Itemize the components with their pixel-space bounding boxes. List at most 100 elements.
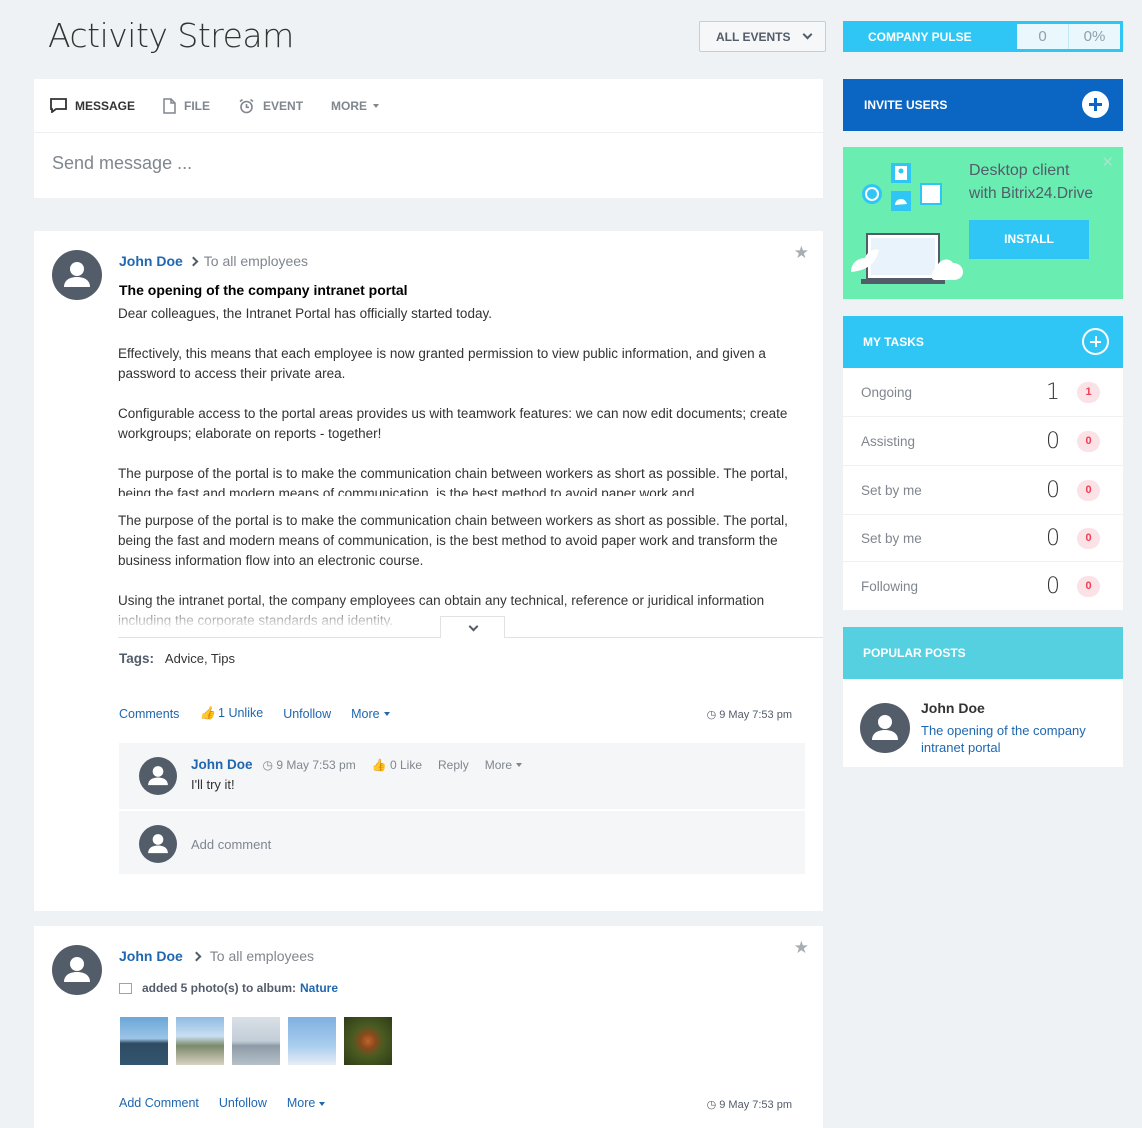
user-silhouette-icon — [148, 766, 168, 786]
photo-thumbnail[interactable] — [344, 1017, 392, 1065]
activity-text: added 5 photo(s) to album: — [142, 981, 296, 995]
my-tasks-header[interactable]: MY TASKS — [843, 316, 1123, 368]
tab-event[interactable]: EVENT — [238, 98, 303, 114]
desktop-client-title: Desktop client — [969, 162, 1070, 179]
add-task-icon[interactable] — [1082, 328, 1109, 355]
task-badge: 1 — [1077, 381, 1100, 403]
photo-thumbnail[interactable] — [288, 1017, 336, 1065]
popular-post-author: John Doe — [921, 700, 985, 716]
post-author-line: John Doe To all employees — [119, 948, 314, 964]
unfollow-link[interactable]: Unfollow — [283, 707, 331, 721]
feed-post: ★ John Doe To all employees The opening … — [34, 231, 823, 911]
avatar[interactable] — [52, 945, 102, 995]
comment-like-button[interactable]: 👍 0 Like — [372, 758, 422, 772]
comment-text: I'll try it! — [191, 777, 235, 792]
unfollow-link[interactable]: Unfollow — [219, 1096, 267, 1110]
task-badge: 0 — [1077, 479, 1100, 501]
caret-down-icon — [516, 763, 523, 768]
task-row-assisting[interactable]: Assisting 0 0 — [843, 417, 1123, 466]
user-silhouette-icon — [64, 262, 90, 287]
tab-more[interactable]: MORE — [331, 99, 380, 113]
post-tags: Tags: Advice, Tips — [119, 651, 235, 666]
post-actions: Comments 👍 1 Unlike Unfollow More — [119, 706, 410, 721]
more-menu[interactable]: More — [287, 1096, 326, 1110]
avatar[interactable] — [860, 703, 910, 753]
avatar[interactable] — [52, 250, 102, 300]
comments-link[interactable]: Comments — [119, 707, 179, 721]
page-title: Activity Stream — [48, 16, 294, 55]
tags-list[interactable]: Advice, Tips — [165, 651, 235, 666]
pulse-percent: 0% — [1083, 28, 1106, 45]
add-comment-link[interactable]: Add Comment — [119, 1096, 199, 1110]
user-silhouette-icon — [148, 834, 168, 854]
composer-tabs: MESSAGE FILE EVENT MORE — [34, 79, 823, 133]
add-comment-input[interactable]: Add comment — [191, 837, 271, 852]
caret-down-icon — [373, 103, 380, 108]
caret-down-icon — [383, 712, 390, 717]
message-icon — [50, 98, 67, 113]
post-author-line: John Doe To all employees — [119, 253, 308, 269]
desktop-client-banner: Desktop client with Bitrix24.Drive INSTA… — [843, 147, 1123, 299]
post-composer: MESSAGE FILE EVENT MORE — [34, 79, 823, 198]
avatar — [139, 825, 177, 863]
task-row-set-by-me[interactable]: Set by me 0 0 — [843, 466, 1123, 515]
caret-down-icon — [319, 1101, 326, 1106]
comment-author[interactable]: John Doe — [191, 757, 253, 772]
close-icon[interactable]: ✕ — [1101, 153, 1114, 171]
tags-label: Tags: — [119, 651, 155, 666]
popular-posts-widget: POPULAR POSTS John Doe The opening of th… — [843, 627, 1123, 767]
album-link[interactable]: Nature — [300, 981, 338, 995]
install-button[interactable]: INSTALL — [969, 220, 1089, 259]
user-silhouette-icon — [64, 957, 90, 982]
post-destination[interactable]: To all employees — [204, 253, 308, 269]
comments-block: John Doe ◷ 9 May 7:53 pm 👍 0 Like Reply … — [119, 743, 805, 874]
file-icon — [163, 97, 176, 114]
tab-message[interactable]: MESSAGE — [50, 98, 135, 113]
comment-reply-link[interactable]: Reply — [438, 758, 469, 772]
invite-users-button[interactable]: INVITE USERS — [843, 79, 1123, 131]
star-icon[interactable]: ★ — [794, 243, 809, 263]
invite-users-label: INVITE USERS — [864, 98, 948, 112]
photo-thumbnail[interactable] — [232, 1017, 280, 1065]
tab-file[interactable]: FILE — [163, 97, 210, 114]
task-row-ongoing[interactable]: Ongoing 1 1 — [843, 368, 1123, 417]
image-icon — [119, 982, 132, 994]
company-pulse-values: 0 0% — [1017, 24, 1120, 49]
alarm-clock-icon — [239, 98, 254, 113]
photo-thumbnail[interactable] — [176, 1017, 224, 1065]
task-badge: 0 — [1077, 527, 1100, 549]
task-row-following[interactable]: Following 0 0 — [843, 562, 1123, 611]
chevron-down-icon — [802, 29, 813, 40]
post-title: The opening of the company intranet port… — [119, 282, 408, 298]
unlike-button[interactable]: 👍 1 Unlike — [199, 706, 263, 721]
post-author[interactable]: John Doe — [119, 253, 183, 269]
pulse-value: 0 — [1017, 24, 1069, 49]
task-row-set-by-me[interactable]: Set by me 0 0 — [843, 515, 1123, 562]
company-pulse[interactable]: COMPANY PULSE 0 0% — [843, 21, 1123, 52]
star-icon[interactable]: ★ — [794, 938, 809, 958]
popular-post-link[interactable]: The opening of the company intranet port… — [921, 722, 1101, 756]
post-destination[interactable]: To all employees — [210, 948, 314, 964]
thumbs-up-icon: 👍 — [199, 706, 216, 720]
post-actions: Add Comment Unfollow More — [119, 1096, 345, 1110]
chevron-down-icon — [468, 621, 479, 632]
clock-icon: ◷ — [706, 1099, 720, 1111]
my-tasks-title: MY TASKS — [863, 335, 924, 349]
avatar[interactable] — [139, 757, 177, 795]
expand-post-button[interactable] — [440, 616, 505, 638]
send-message-input[interactable] — [52, 153, 792, 174]
popular-posts-header: POPULAR POSTS — [843, 627, 1123, 679]
post-author[interactable]: John Doe — [119, 948, 183, 964]
photo-thumbnail[interactable] — [120, 1017, 168, 1065]
comment-more-menu[interactable]: More — [485, 758, 523, 772]
post-timestamp: ◷ 9 May 7:53 pm — [706, 709, 792, 721]
clock-icon: ◷ — [706, 709, 720, 721]
filter-label: ALL EVENTS — [716, 29, 791, 44]
user-silhouette-icon — [872, 715, 898, 740]
plus-icon — [1082, 91, 1109, 118]
all-events-filter-button[interactable]: ALL EVENTS — [699, 21, 826, 52]
comment: John Doe ◷ 9 May 7:53 pm 👍 0 Like Reply … — [119, 743, 805, 811]
comment-meta: John Doe ◷ 9 May 7:53 pm 👍 0 Like Reply … — [191, 757, 538, 772]
more-menu[interactable]: More — [351, 707, 390, 721]
company-pulse-label: COMPANY PULSE — [868, 29, 972, 44]
